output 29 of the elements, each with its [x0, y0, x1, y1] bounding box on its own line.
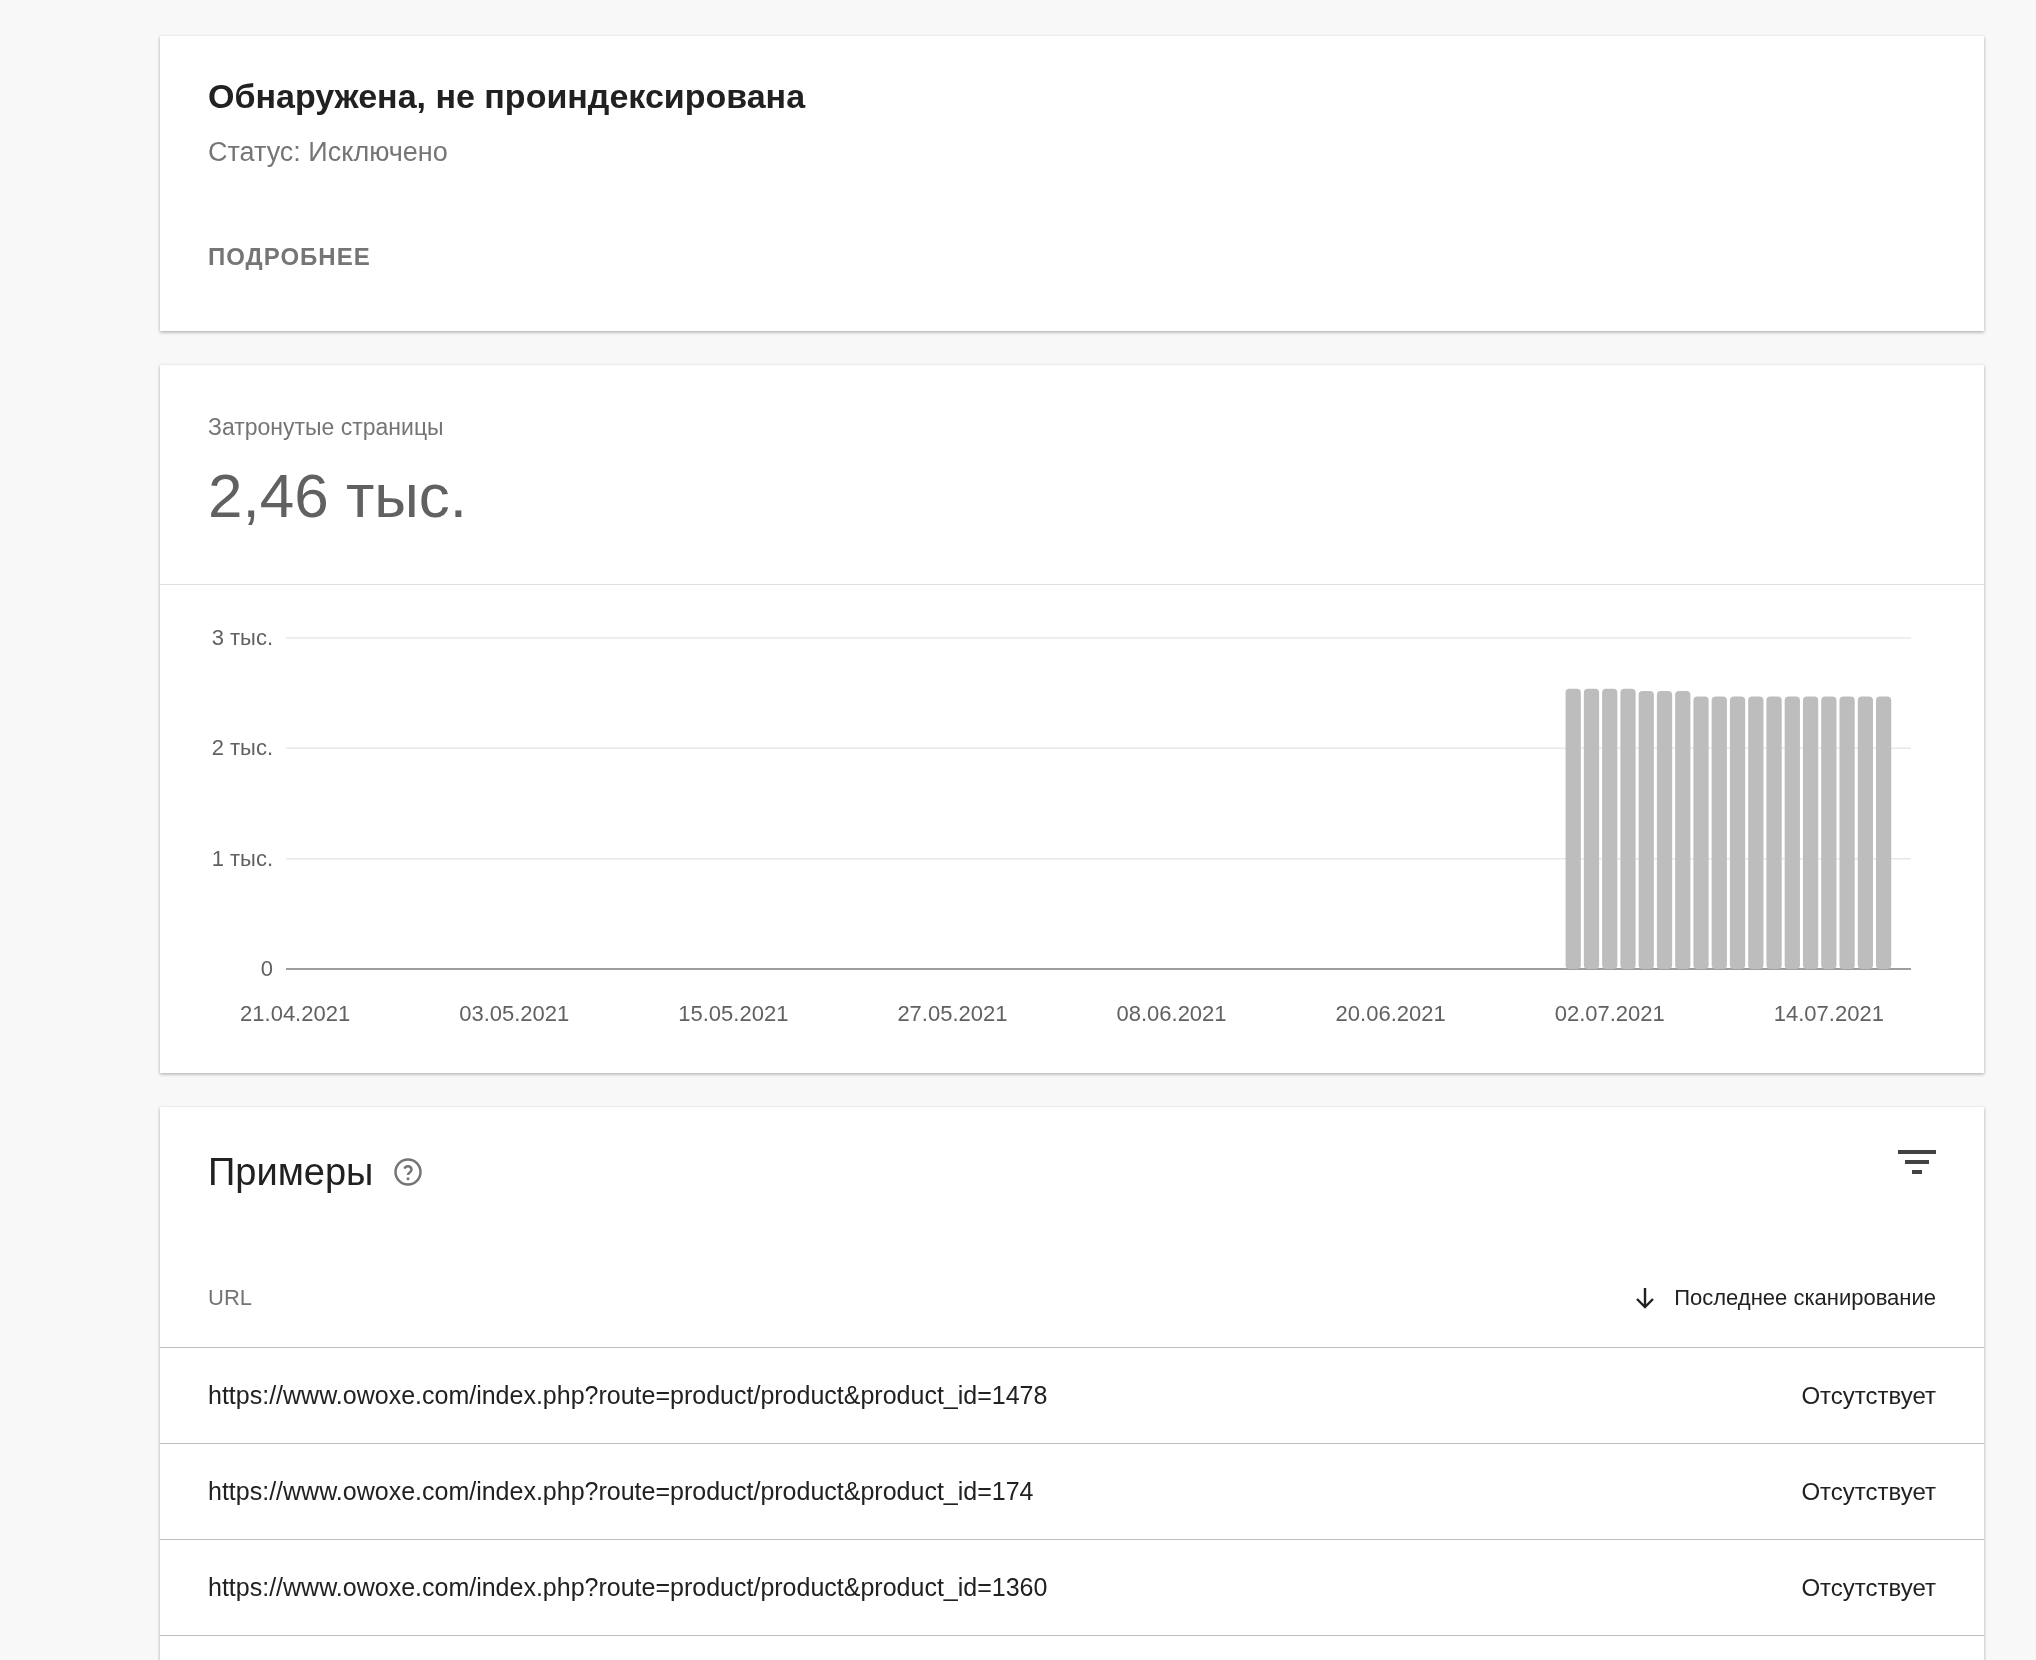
url-cell[interactable]: https://www.owoxe.com/index.php?route=product/product&product_id=1478 — [208, 1381, 1048, 1410]
x-tick-label: 03.05.2021 — [459, 1001, 570, 1026]
y-tick-label: 1 тыс. — [211, 845, 273, 871]
url-cell[interactable]: https://www.owoxe.com/index.php?route=product/product&product_id=174 — [208, 1477, 1034, 1506]
column-header[interactable]: Последнее сканирование — [1634, 1284, 1936, 1311]
x-tick-label: 20.06.2021 — [1335, 1001, 1446, 1026]
section-title: Примеры — [208, 1150, 374, 1194]
x-tick-label: 08.06.2021 — [1116, 1001, 1227, 1026]
x-tick-label: 02.07.2021 — [1554, 1001, 1665, 1026]
filter-icon[interactable] — [1898, 1150, 1936, 1176]
metric-value: 2,46 тыс. — [208, 460, 469, 532]
help-icon[interactable] — [393, 1157, 424, 1187]
status-text: Статус: Исключено — [208, 136, 448, 168]
y-tick-label: 3 тыс. — [211, 625, 273, 650]
x-tick-label: 27.05.2021 — [897, 1001, 1008, 1026]
y-tick-label: 2 тыс. — [211, 735, 273, 761]
y-tick-label: 0 — [260, 956, 273, 981]
details-button[interactable]: ПОДРОБНЕЕ — [208, 243, 371, 271]
last-crawl-cell: Отсутствует — [1801, 1381, 1936, 1410]
metric-label: Затронутые страницы — [208, 413, 445, 441]
x-tick-label: 14.07.2021 — [1773, 1001, 1884, 1026]
x-tick-label: 15.05.2021 — [678, 1001, 789, 1026]
last-crawl-cell: Отсутствует — [1801, 1477, 1936, 1506]
column-header[interactable]: URL — [208, 1284, 252, 1311]
x-tick-label: 21.04.2021 — [240, 1001, 351, 1026]
last-crawl-cell: Отсутствует — [1801, 1573, 1936, 1602]
issue-title: Обнаружена, не проиндексирована — [208, 76, 806, 117]
url-cell[interactable]: https://www.owoxe.com/index.php?route=product/product&product_id=1360 — [208, 1573, 1048, 1602]
down-arrow-icon — [1634, 1285, 1657, 1310]
